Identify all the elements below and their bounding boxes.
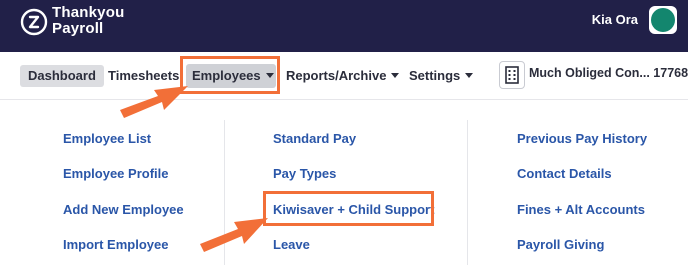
menu-item-employee-profile[interactable]: Employee Profile (63, 166, 168, 182)
menu-item-pay-types[interactable]: Pay Types (273, 166, 336, 182)
menu-column-divider (467, 120, 468, 265)
arrow-icon (200, 218, 268, 252)
brand-name[interactable]: Thankyou Payroll (52, 5, 124, 37)
user-avatar[interactable] (649, 6, 677, 34)
nav-reports-archive[interactable]: Reports/Archive (286, 65, 400, 87)
nav-settings-label: Settings (409, 68, 461, 83)
company-selector[interactable]: Much Obliged Con... 17768 (499, 61, 688, 91)
main-nav: Dashboard Timesheets Employees Reports/A… (0, 52, 688, 100)
chevron-down-icon (391, 73, 400, 79)
arrow-icon (120, 86, 188, 118)
menu-item-employee-list[interactable]: Employee List (63, 131, 151, 147)
menu-item-add-new-employee[interactable]: Add New Employee (63, 202, 184, 218)
menu-item-payroll-giving[interactable]: Payroll Giving (517, 237, 604, 253)
nav-reports-label: Reports/Archive (286, 68, 387, 83)
top-header: Thankyou Payroll Kia Ora (0, 0, 688, 52)
nav-settings[interactable]: Settings (409, 65, 474, 87)
chevron-down-icon (465, 73, 474, 79)
avatar-image (651, 8, 675, 32)
payroll-logo-icon[interactable] (20, 8, 48, 36)
menu-item-standard-pay[interactable]: Standard Pay (273, 131, 356, 147)
menu-item-previous-pay-history[interactable]: Previous Pay History (517, 131, 647, 147)
user-name[interactable]: Kia Ora (592, 12, 638, 27)
kiwisaver-highlight-box (263, 191, 434, 226)
building-icon (499, 61, 525, 89)
brand-line-1: Thankyou (52, 4, 125, 21)
employees-highlight-box (180, 56, 280, 94)
menu-item-fines-alt-accounts[interactable]: Fines + Alt Accounts (517, 202, 645, 218)
brand-line-2: Payroll (52, 20, 104, 37)
menu-item-contact-details[interactable]: Contact Details (517, 166, 612, 182)
nav-dashboard[interactable]: Dashboard (20, 65, 104, 87)
company-name: Much Obliged Con... 17768 (529, 66, 688, 80)
menu-item-leave[interactable]: Leave (273, 237, 310, 253)
menu-item-import-employee[interactable]: Import Employee (63, 237, 168, 253)
